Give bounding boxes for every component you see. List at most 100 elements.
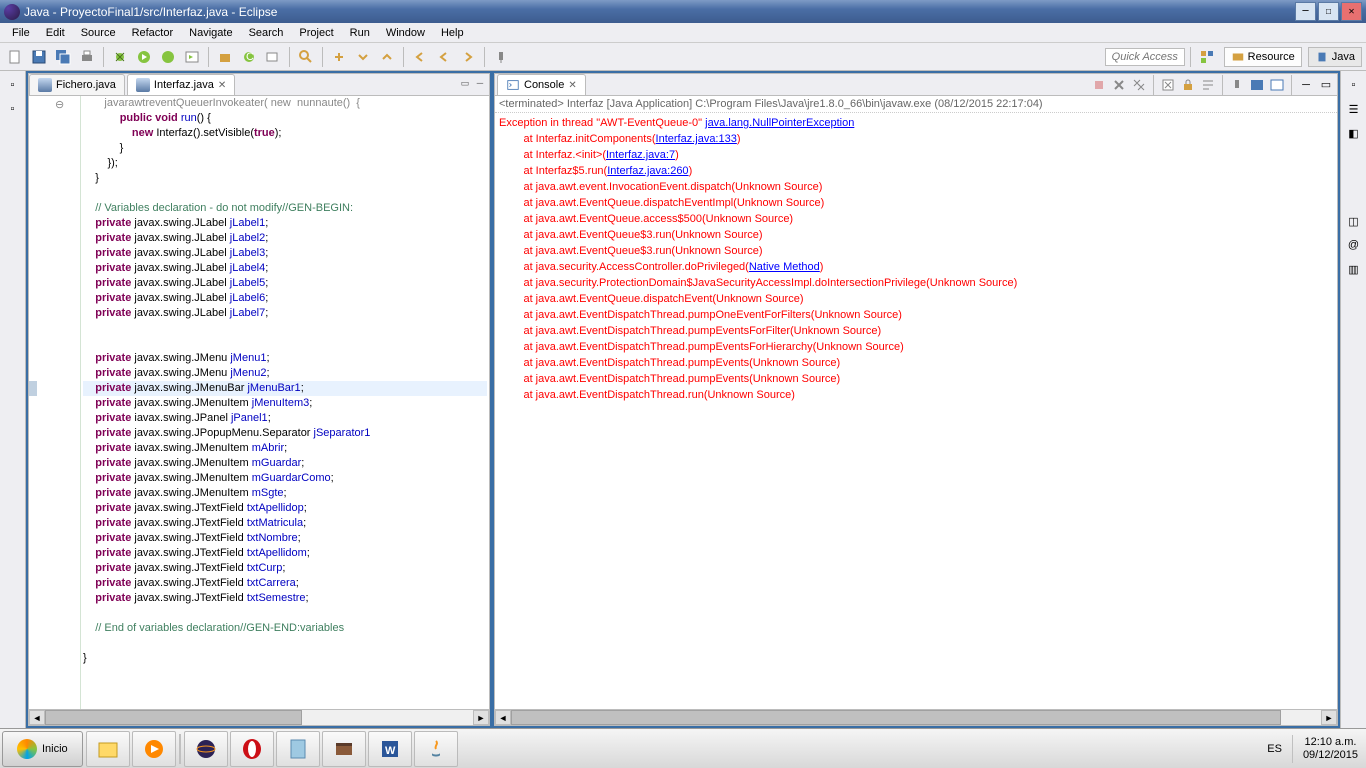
restore-right-button[interactable]: ▫: [1344, 75, 1364, 95]
back-button[interactable]: [433, 46, 455, 68]
start-button[interactable]: Inicio: [2, 731, 83, 767]
console-hscroll[interactable]: ◄ ►: [495, 709, 1337, 725]
print-button[interactable]: [76, 46, 98, 68]
remove-launch-button[interactable]: [1110, 76, 1128, 94]
save-all-button[interactable]: [52, 46, 74, 68]
close-console-icon[interactable]: ✕: [568, 80, 576, 91]
clock-time: 12:10 a.m.: [1303, 736, 1358, 749]
menu-refactor[interactable]: Refactor: [124, 25, 182, 41]
save-button[interactable]: [28, 46, 50, 68]
console-min-button[interactable]: ─: [1297, 76, 1315, 94]
title-bar: Java - ProyectoFinal1/src/Interfaz.java …: [0, 0, 1366, 23]
next-annotation-button[interactable]: [352, 46, 374, 68]
task-eclipse[interactable]: [184, 731, 228, 767]
toggle-mark-button[interactable]: [328, 46, 350, 68]
minimize-button[interactable]: ─: [1295, 2, 1316, 21]
pin-console-button[interactable]: [1228, 76, 1246, 94]
scroll-thumb[interactable]: [511, 710, 1281, 725]
prev-annotation-button[interactable]: [376, 46, 398, 68]
coverage-button[interactable]: [157, 46, 179, 68]
scroll-thumb[interactable]: [45, 710, 302, 725]
tab-interfaz[interactable]: Interfaz.java ✕: [127, 74, 235, 95]
restore-view-button[interactable]: ▫: [3, 75, 23, 95]
task-media-player[interactable]: [132, 731, 176, 767]
quick-access-input[interactable]: [1105, 48, 1185, 66]
console-pane: Console✕ ─ ▭ <terminated> Interfaz [Java…: [494, 73, 1338, 726]
scroll-left-icon[interactable]: ◄: [495, 710, 511, 725]
editor-minimize-icon[interactable]: ─: [473, 76, 487, 90]
remove-all-button[interactable]: [1130, 76, 1148, 94]
new-class-button[interactable]: C: [238, 46, 260, 68]
new-package-button[interactable]: [214, 46, 236, 68]
tab-fichero-label: Fichero.java: [56, 79, 116, 91]
menu-file[interactable]: File: [4, 25, 38, 41]
scroll-left-icon[interactable]: ◄: [29, 710, 45, 725]
scroll-right-icon[interactable]: ►: [1321, 710, 1337, 725]
task-winrar[interactable]: [322, 731, 366, 767]
editor-maximize-icon[interactable]: ▭: [458, 76, 472, 90]
java-file-icon: [136, 78, 150, 92]
menu-run[interactable]: Run: [342, 25, 378, 41]
right-toolbar: ▫ ☰ ◧ ◫ @ ▥: [1340, 71, 1366, 728]
perspective-resource-label: Resource: [1248, 51, 1295, 63]
clock[interactable]: 12:10 a.m. 09/12/2015: [1303, 736, 1358, 762]
console-output[interactable]: Exception in thread "AWT-EventQueue-0" j…: [495, 113, 1337, 709]
open-type-button[interactable]: [262, 46, 284, 68]
task-explorer[interactable]: [86, 731, 130, 767]
terminate-button[interactable]: [1090, 76, 1108, 94]
tab-console[interactable]: Console✕: [497, 74, 586, 95]
clear-console-button[interactable]: [1159, 76, 1177, 94]
open-perspective-button[interactable]: [1196, 46, 1218, 68]
menu-help[interactable]: Help: [433, 25, 472, 41]
menu-search[interactable]: Search: [241, 25, 292, 41]
task-java[interactable]: [414, 731, 458, 767]
console-header: <terminated> Interfaz [Java Application]…: [495, 96, 1337, 113]
main-area: ▫ ▫ Fichero.java Interfaz.java ✕ ▭ ─ ⊖ ja…: [0, 71, 1366, 728]
left-toolbar: ▫ ▫: [0, 71, 26, 728]
perspective-java[interactable]: Java: [1308, 47, 1362, 67]
language-indicator[interactable]: ES: [1267, 743, 1282, 755]
run-button[interactable]: [133, 46, 155, 68]
menu-navigate[interactable]: Navigate: [181, 25, 240, 41]
debug-button[interactable]: [109, 46, 131, 68]
task-opera[interactable]: [230, 731, 274, 767]
menu-project[interactable]: Project: [291, 25, 341, 41]
console-icon: [506, 78, 520, 92]
toolbar: C Resource Java: [0, 43, 1366, 71]
console-max-button[interactable]: ▭: [1317, 76, 1335, 94]
menu-source[interactable]: Source: [73, 25, 124, 41]
code-editor[interactable]: ⊖ javarawtreventQueuerInvokeater( new nu…: [29, 96, 489, 709]
last-edit-button[interactable]: [409, 46, 431, 68]
problems-button[interactable]: ◫: [1344, 211, 1364, 231]
menu-window[interactable]: Window: [378, 25, 433, 41]
close-tab-icon[interactable]: ✕: [218, 80, 226, 91]
declaration-button[interactable]: ▥: [1344, 259, 1364, 279]
scroll-lock-button[interactable]: [1179, 76, 1197, 94]
open-console-button[interactable]: [1268, 76, 1286, 94]
editor-hscroll[interactable]: ◄ ►: [29, 709, 489, 725]
eclipse-icon: [4, 4, 20, 20]
package-explorer-button[interactable]: ▫: [3, 99, 23, 119]
perspective-resource[interactable]: Resource: [1224, 47, 1302, 67]
javadoc-button[interactable]: @: [1344, 235, 1364, 255]
task-list-button[interactable]: ☰: [1344, 99, 1364, 119]
tab-interfaz-label: Interfaz.java: [154, 79, 214, 91]
close-button[interactable]: ✕: [1341, 2, 1362, 21]
maximize-button[interactable]: ☐: [1318, 2, 1339, 21]
tab-fichero[interactable]: Fichero.java: [29, 74, 125, 95]
current-line-marker: [29, 381, 37, 396]
menu-edit[interactable]: Edit: [38, 25, 73, 41]
forward-button[interactable]: [457, 46, 479, 68]
outline-button[interactable]: ◧: [1344, 123, 1364, 143]
svg-text:C: C: [246, 51, 254, 63]
new-button[interactable]: [4, 46, 26, 68]
display-console-button[interactable]: [1248, 76, 1266, 94]
word-wrap-button[interactable]: [1199, 76, 1217, 94]
pin-button[interactable]: [490, 46, 512, 68]
task-notepad[interactable]: [276, 731, 320, 767]
scroll-right-icon[interactable]: ►: [473, 710, 489, 725]
run-ext-button[interactable]: [181, 46, 203, 68]
console-tabs: Console✕ ─ ▭: [495, 74, 1337, 96]
task-word[interactable]: W: [368, 731, 412, 767]
search-button[interactable]: [295, 46, 317, 68]
